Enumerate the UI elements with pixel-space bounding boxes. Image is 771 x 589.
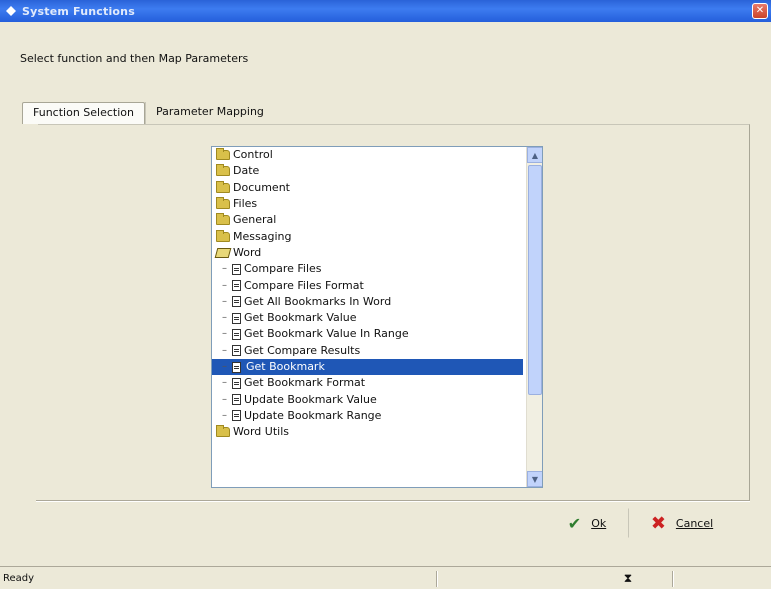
tree-item-label: Compare Files Format <box>244 278 364 292</box>
folder-icon <box>216 197 230 210</box>
tree-connector: – <box>222 377 227 389</box>
function-icon <box>232 328 241 340</box>
tree-connector: – <box>222 263 227 275</box>
tree-folder-item[interactable]: Document <box>212 180 542 196</box>
tree-rows: Control Date Document Files General Messaging… <box>212 147 542 440</box>
function-icon <box>232 263 241 275</box>
tree-folder-item[interactable]: Messaging <box>212 228 542 244</box>
function-icon <box>232 296 241 308</box>
checkmark-icon: ✔ <box>567 513 582 533</box>
tree-item-label: Get Bookmark Value <box>244 311 357 325</box>
tree-item-label: Document <box>233 180 290 194</box>
tree-connector: – <box>222 312 227 324</box>
ok-button[interactable]: ✔ Ok <box>552 508 622 538</box>
hourglass-icon: ⧗ <box>623 570 633 585</box>
status-divider <box>436 571 438 587</box>
tree-folder-item[interactable]: General <box>212 212 542 228</box>
tree-item-label: Get Bookmark Format <box>244 376 366 390</box>
status-text: Ready <box>3 572 35 584</box>
tree-function-item[interactable]: – Update Bookmark Value <box>212 391 542 407</box>
tree-connector: – <box>222 361 227 372</box>
app-icon <box>4 4 18 18</box>
tree-item-label: Files <box>233 197 258 211</box>
tree-folder-item[interactable]: Files <box>212 196 542 212</box>
folder-icon <box>216 180 230 193</box>
scroll-up-arrow-icon[interactable]: ▲ <box>527 147 542 163</box>
tree-item-label: Messaging <box>233 229 292 243</box>
cancel-button-label: Cancel <box>675 516 714 530</box>
tree-connector: – <box>222 393 227 405</box>
tree-item-label: Get Compare Results <box>244 343 361 357</box>
tree-folder-item[interactable]: Date <box>212 163 542 179</box>
folder-icon <box>216 229 230 242</box>
tree-function-item[interactable]: – Compare Files Format <box>212 277 542 293</box>
tab-strip: Function Selection Parameter Mapping <box>22 102 274 124</box>
window-title: System Functions <box>22 4 135 18</box>
tree-item-label: Compare Files <box>244 262 322 276</box>
tree-item-label: Get All Bookmarks In Word <box>244 294 392 308</box>
close-button[interactable]: ✕ <box>752 3 768 19</box>
ok-button-label: Ok <box>591 516 607 530</box>
close-icon: ✕ <box>755 5 765 16</box>
tree-item-label: Word <box>233 245 262 259</box>
tree-function-item[interactable]: – Get Bookmark Format <box>212 375 542 391</box>
tree-folder-item[interactable]: Control <box>212 147 542 163</box>
tree-connector: – <box>222 328 227 340</box>
folder-icon <box>216 164 230 177</box>
tree-item-label: Word Utils <box>233 425 289 439</box>
open-folder-icon <box>214 247 232 258</box>
tree-function-item[interactable]: – Get Compare Results <box>212 343 542 359</box>
tree-item-label: Update Bookmark Value <box>244 392 377 406</box>
footer-separator <box>36 500 750 502</box>
function-tree[interactable]: Control Date Document Files General Messaging… <box>211 146 543 488</box>
tree-function-item[interactable]: – Get Bookmark <box>212 358 523 376</box>
tree-connector: – <box>222 279 227 291</box>
tree-item-label: Date <box>233 164 260 178</box>
tree-function-item[interactable]: – Update Bookmark Range <box>212 408 542 424</box>
instruction-text: Select function and then Map Parameters <box>20 52 249 65</box>
tree-item-label: Get Bookmark <box>244 359 327 375</box>
function-icon <box>232 394 241 406</box>
function-icon <box>232 377 241 389</box>
tree-connector: – <box>222 344 227 356</box>
tree-scrollbar[interactable]: ▲ ▼ <box>526 147 542 487</box>
folder-icon <box>216 148 230 161</box>
function-icon <box>232 410 241 422</box>
tree-item-label: Control <box>233 148 273 162</box>
tree-item-label: Get Bookmark Value In Range <box>244 327 409 341</box>
tree-connector: – <box>222 409 227 421</box>
tree-function-item[interactable]: – Get Bookmark Value In Range <box>212 326 542 342</box>
function-icon <box>232 312 241 324</box>
tree-function-item[interactable]: – Get Bookmark Value <box>212 310 542 326</box>
cancel-button[interactable]: ✖ Cancel <box>628 508 736 538</box>
tree-connector: – <box>222 295 227 307</box>
folder-icon <box>216 213 230 226</box>
tree-folder-item[interactable]: Word Utils <box>212 424 542 440</box>
status-divider <box>672 571 674 587</box>
scroll-thumb[interactable] <box>528 165 542 395</box>
scroll-down-arrow-icon[interactable]: ▼ <box>527 471 542 487</box>
tab-parameter-mapping[interactable]: Parameter Mapping <box>144 102 274 124</box>
function-icon <box>232 345 241 357</box>
tab-function-selection[interactable]: Function Selection <box>22 102 145 124</box>
function-icon <box>232 280 241 292</box>
tree-folder-item[interactable]: Word <box>212 245 542 261</box>
title-bar: System Functions ✕ <box>0 0 771 22</box>
tree-item-label: General <box>233 213 277 227</box>
tree-function-item[interactable]: – Get All Bookmarks In Word <box>212 294 542 310</box>
tree-item-label: Update Bookmark Range <box>244 408 382 422</box>
function-icon <box>232 361 241 373</box>
status-bar: Ready ⧗ <box>0 566 771 589</box>
tree-function-item[interactable]: – Compare Files <box>212 261 542 277</box>
cancel-x-icon: ✖ <box>650 512 666 534</box>
folder-icon <box>216 425 230 438</box>
